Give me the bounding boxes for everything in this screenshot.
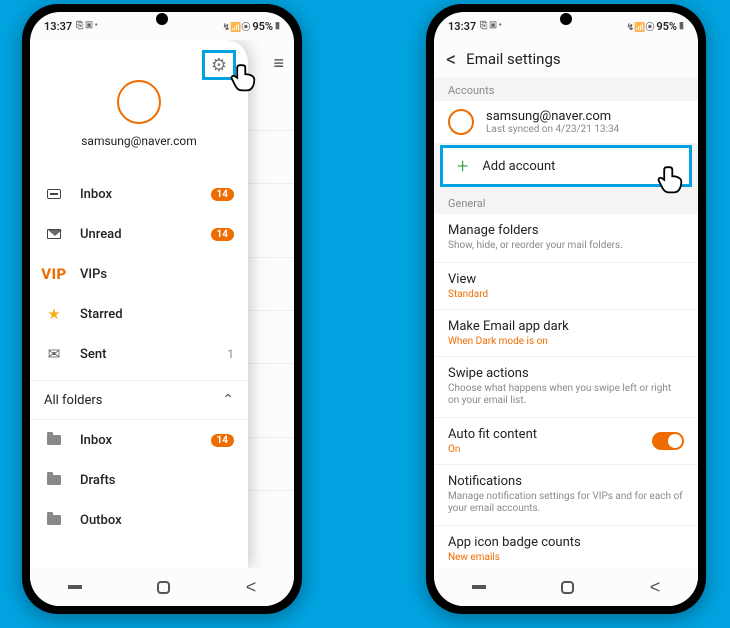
battery-icon: ▮ xyxy=(679,21,684,31)
status-time: 13:37 xyxy=(448,20,476,33)
nav-recent[interactable] xyxy=(472,585,486,589)
add-account-label: Add account xyxy=(482,159,555,174)
row-value: Standard xyxy=(448,289,684,300)
folder-icon xyxy=(44,515,64,525)
folder-label: Drafts xyxy=(80,473,234,488)
unread-badge: 14 xyxy=(211,188,234,201)
folder-label: Starred xyxy=(80,307,234,322)
folder-icon xyxy=(44,435,64,445)
nav-back[interactable]: < xyxy=(650,577,661,598)
folder-vips[interactable]: VIP VIPs xyxy=(30,254,248,294)
android-navbar: < xyxy=(434,568,698,606)
row-title: Manage folders xyxy=(448,223,684,238)
screen: 13:37 ⎘ ▣ • ↯📶⦿ 95% ▮ ≡ SaOurDis SaOurDi… xyxy=(30,12,294,606)
row-sub: Show, hide, or reorder your mail folders… xyxy=(448,240,684,253)
row-manage-folders[interactable]: Manage folders Show, hide, or reorder yo… xyxy=(434,214,698,263)
row-value: When Dark mode is on xyxy=(448,336,684,347)
camera-hole xyxy=(560,13,572,25)
account-avatar[interactable] xyxy=(117,80,161,124)
row-swipe[interactable]: Swipe actions Choose what happens when y… xyxy=(434,357,698,418)
hamburger-icon[interactable]: ≡ xyxy=(273,53,284,74)
screen: 13:37 ⎘ ▣ • ↯📶⦿ 95% ▮ < Email settings A… xyxy=(434,12,698,606)
folder-label: Outbox xyxy=(80,513,234,528)
unread-badge: 14 xyxy=(211,434,234,447)
folder-label: Sent xyxy=(80,347,227,362)
row-title: App icon badge counts xyxy=(448,535,684,550)
status-battery: 95% xyxy=(656,20,677,33)
vip-icon: VIP xyxy=(44,265,64,283)
android-navbar: < xyxy=(30,568,294,606)
row-view[interactable]: View Standard xyxy=(434,263,698,310)
autofit-toggle[interactable] xyxy=(652,432,684,450)
battery-icon: ▮ xyxy=(275,21,280,31)
tap-pointer-icon xyxy=(657,160,693,196)
row-dark[interactable]: Make Email app dark When Dark mode is on xyxy=(434,310,698,357)
status-icons: ↯📶⦿ xyxy=(627,20,655,33)
nav-back[interactable]: < xyxy=(246,577,257,598)
section-accounts: Accounts xyxy=(434,78,698,101)
phone-right: 13:37 ⎘ ▣ • ↯📶⦿ 95% ▮ < Email settings A… xyxy=(426,4,706,614)
folder-starred[interactable]: ★ Starred xyxy=(30,294,248,334)
folder-icon xyxy=(44,475,64,485)
folder-label: Inbox xyxy=(80,187,211,202)
phone-left: 13:37 ⎘ ▣ • ↯📶⦿ 95% ▮ ≡ SaOurDis SaOurDi… xyxy=(22,4,302,614)
tap-pointer-icon xyxy=(230,58,266,94)
back-icon[interactable]: < xyxy=(446,47,456,71)
gear-icon: ⚙ xyxy=(211,55,227,76)
all-folders-label: All folders xyxy=(44,393,222,408)
row-title: View xyxy=(448,272,684,287)
row-value: On xyxy=(448,444,652,455)
status-indicator-icon: ⎘ ▣ • xyxy=(76,21,98,31)
row-value: New emails xyxy=(448,552,684,563)
nav-recent[interactable] xyxy=(68,585,82,589)
row-sub: Manage notification settings for VIPs an… xyxy=(448,491,684,516)
mail-icon xyxy=(44,229,64,239)
row-title: Swipe actions xyxy=(448,366,684,381)
account-synced: Last synced on 4/23/21 13:34 xyxy=(486,124,619,135)
folder-unread[interactable]: Unread 14 xyxy=(30,214,248,254)
status-battery: 95% xyxy=(252,20,273,33)
status-icons: ↯📶⦿ xyxy=(223,20,251,33)
folder-label: Unread xyxy=(80,227,211,242)
nav-home[interactable] xyxy=(157,581,170,594)
add-account-button[interactable]: + Add account xyxy=(440,145,692,187)
subfolder-drafts[interactable]: Drafts xyxy=(30,460,248,500)
folder-inbox[interactable]: Inbox 14 xyxy=(30,174,248,214)
row-title: Make Email app dark xyxy=(448,319,684,334)
status-indicator-icon: ⎘ ▣ • xyxy=(480,21,502,31)
row-badge[interactable]: App icon badge counts New emails xyxy=(434,526,698,569)
folder-label: VIPs xyxy=(80,267,234,282)
all-folders-toggle[interactable]: All folders ⌃ xyxy=(30,380,248,420)
account-avatar-icon xyxy=(448,109,474,135)
subfolder-inbox[interactable]: Inbox 14 xyxy=(30,420,248,460)
row-title: Notifications xyxy=(448,474,684,489)
status-time: 13:37 xyxy=(44,20,72,33)
row-autofit[interactable]: Auto fit content On xyxy=(434,418,698,465)
folder-count: 1 xyxy=(227,347,234,361)
camera-hole xyxy=(156,13,168,25)
account-email: samsung@naver.com xyxy=(486,109,619,124)
account-row[interactable]: samsung@naver.com Last synced on 4/23/21… xyxy=(434,101,698,143)
account-email: samsung@naver.com xyxy=(81,134,197,148)
plus-icon: + xyxy=(457,154,468,178)
unread-badge: 14 xyxy=(211,228,234,241)
row-sub: Choose what happens when you swipe left … xyxy=(448,383,684,408)
star-icon: ★ xyxy=(44,305,64,323)
nav-drawer: ⚙ samsung@naver.com Inbox 14 Unread xyxy=(30,40,248,568)
chevron-up-icon: ⌃ xyxy=(222,392,234,408)
sent-icon: ✉ xyxy=(44,345,64,363)
page-title: Email settings xyxy=(466,50,560,68)
nav-home[interactable] xyxy=(561,581,574,594)
folder-sent[interactable]: ✉ Sent 1 xyxy=(30,334,248,374)
row-notifications[interactable]: Notifications Manage notification settin… xyxy=(434,465,698,526)
folder-label: Inbox xyxy=(80,433,211,448)
inbox-icon xyxy=(44,189,64,199)
subfolder-outbox[interactable]: Outbox xyxy=(30,500,248,540)
row-title: Auto fit content xyxy=(448,427,652,442)
